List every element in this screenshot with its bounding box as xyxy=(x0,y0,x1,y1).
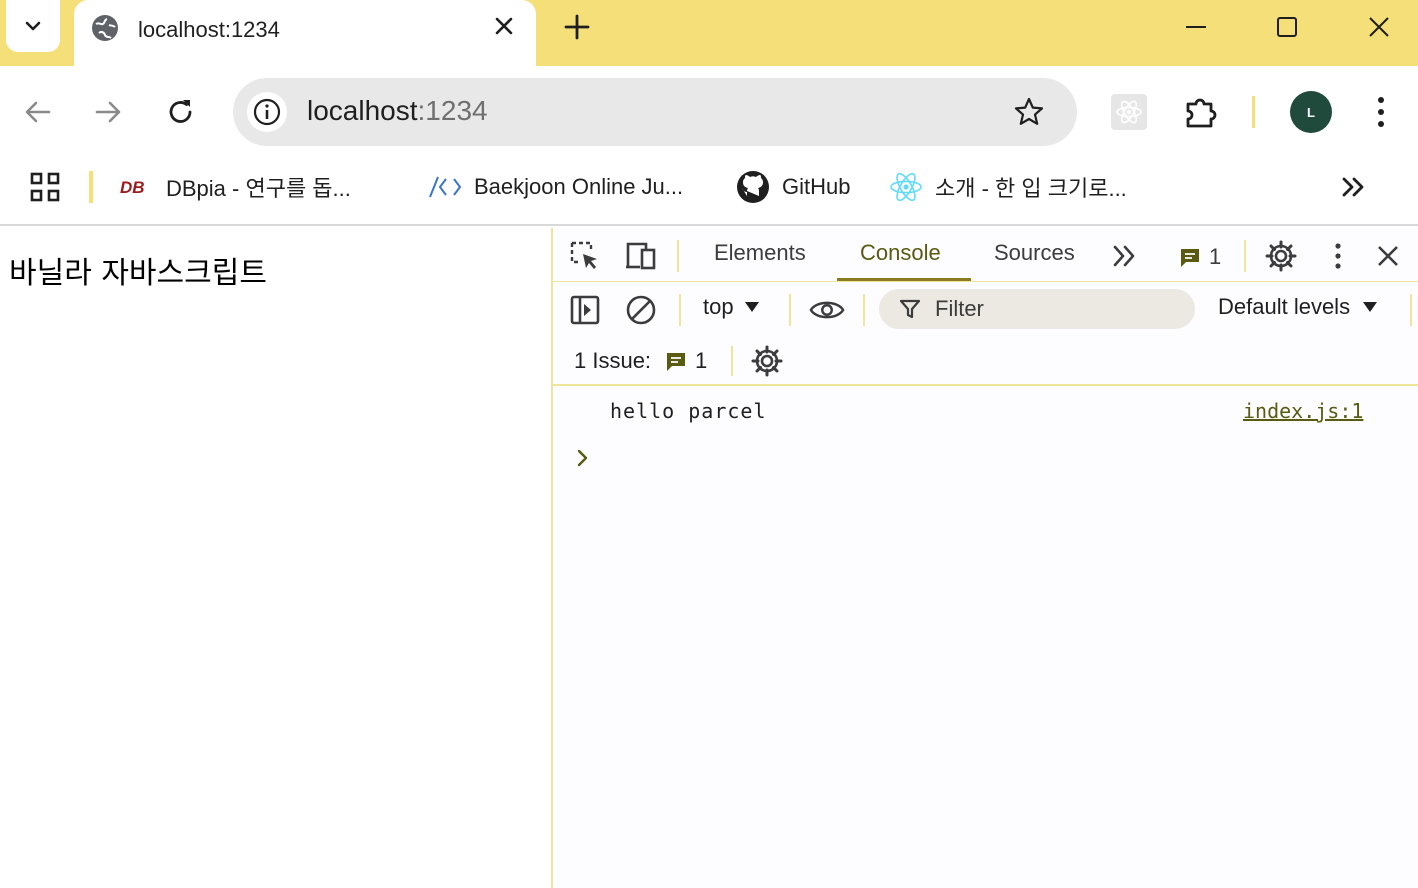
message-icon xyxy=(667,353,686,371)
devtools-panel: Elements Console Sources 1 top Filter De… xyxy=(551,228,1418,888)
profile-avatar[interactable]: L xyxy=(1290,91,1332,133)
active-tab-indicator xyxy=(837,278,971,281)
bookmark-star-icon[interactable] xyxy=(1013,96,1045,128)
page-heading: 바닐라 자바스크립트 xyxy=(9,256,267,291)
browser-toolbar: localhost:1234 L xyxy=(0,66,1418,158)
extensions-puzzle-icon[interactable] xyxy=(1184,94,1220,130)
sidebar-toggle-icon[interactable] xyxy=(567,292,603,328)
bookmark-dbpia[interactable]: DB DBpia - 연구를 돕... xyxy=(120,170,351,204)
console-toolbar: top Filter Default levels xyxy=(553,282,1418,336)
bookmark-label: 소개 - 한 입 크기로... xyxy=(935,176,1127,201)
address-host: localhost xyxy=(307,95,418,126)
toolbar-separator xyxy=(679,294,681,326)
console-message-text: hello parcel xyxy=(610,399,767,423)
log-levels-dropdown[interactable]: Default levels xyxy=(1218,294,1378,320)
toolbar-separator xyxy=(863,294,865,326)
address-port: :1234 xyxy=(417,95,488,126)
issues-label: 1 Issue: xyxy=(574,348,652,373)
address-bar[interactable]: localhost:1234 xyxy=(233,78,1077,146)
browser-tab[interactable]: localhost:1234 xyxy=(74,0,536,66)
minimize-icon[interactable] xyxy=(1181,12,1211,42)
tab-title: localhost:1234 xyxy=(138,17,280,42)
bookmark-label: Baekjoon Online Ju... xyxy=(474,174,684,199)
issues-link[interactable]: 1 Issue: 1 xyxy=(574,348,707,374)
maximize-icon[interactable] xyxy=(1272,12,1302,42)
dropdown-triangle-icon xyxy=(744,302,759,312)
devtools-tabbar: Elements Console Sources 1 xyxy=(553,228,1418,282)
tab-search-button[interactable] xyxy=(6,0,60,52)
console-prompt-chevron-icon[interactable] xyxy=(575,448,591,468)
tab-separator xyxy=(677,240,679,272)
console-message: hello parcel index.js:1 xyxy=(553,388,1418,440)
address-url[interactable]: localhost:1234 xyxy=(307,95,488,127)
issues-bar-count: 1 xyxy=(695,348,708,373)
issues-separator xyxy=(731,346,733,376)
settings-gear-icon[interactable] xyxy=(1263,238,1299,274)
close-tab-icon[interactable] xyxy=(492,14,516,38)
tab-sources[interactable]: Sources xyxy=(994,240,1075,266)
tab-elements[interactable]: Elements xyxy=(714,240,806,266)
forward-arrow-icon[interactable] xyxy=(88,92,128,132)
dbpia-icon: DB xyxy=(120,177,154,197)
inspect-element-icon[interactable] xyxy=(567,238,603,274)
console-source-link[interactable]: index.js:1 xyxy=(1243,399,1363,423)
bookmark-label: GitHub xyxy=(782,174,851,199)
bookmark-label: DBpia - 연구를 돕... xyxy=(166,176,351,201)
new-tab-icon[interactable] xyxy=(563,13,591,41)
tab-strip: localhost:1234 xyxy=(0,0,1418,66)
bookmarks-bar: DB DBpia - 연구를 돕... Baekjoon Online Ju..… xyxy=(0,158,1418,226)
console-settings-gear-icon[interactable] xyxy=(749,343,785,379)
issues-counter[interactable]: 1 xyxy=(1179,244,1221,270)
chevron-down-icon xyxy=(25,21,41,31)
more-tabs-icon[interactable] xyxy=(1107,238,1143,274)
console-filter-input[interactable]: Filter xyxy=(879,289,1195,329)
react-devtools-extension-icon[interactable] xyxy=(1111,94,1147,130)
live-expression-eye-icon[interactable] xyxy=(809,292,845,328)
context-selector[interactable]: top xyxy=(703,294,760,320)
tab-console[interactable]: Console xyxy=(860,240,941,266)
bookmark-baekjoon[interactable]: Baekjoon Online Ju... xyxy=(428,170,683,204)
site-info-icon[interactable] xyxy=(247,92,287,132)
issues-bar: 1 Issue: 1 xyxy=(553,336,1418,386)
close-devtools-icon[interactable] xyxy=(1370,238,1406,274)
device-toolbar-icon[interactable] xyxy=(623,238,659,274)
back-arrow-icon[interactable] xyxy=(18,92,58,132)
bookmarks-separator xyxy=(89,171,93,203)
double-chevron-right-icon[interactable] xyxy=(1338,173,1368,201)
devtools-menu-icon[interactable] xyxy=(1320,238,1356,274)
github-icon xyxy=(736,170,770,204)
bookmark-react-intro[interactable]: 소개 - 한 입 크기로... xyxy=(889,170,1127,204)
log-levels-value: Default levels xyxy=(1218,294,1351,319)
message-icon xyxy=(1181,249,1199,267)
filter-funnel-icon xyxy=(899,298,921,320)
code-brackets-icon xyxy=(428,175,462,199)
issues-count: 1 xyxy=(1209,244,1222,269)
browser-menu-icon[interactable] xyxy=(1366,94,1396,130)
clear-console-icon[interactable] xyxy=(623,292,659,328)
react-icon xyxy=(889,172,923,202)
dropdown-triangle-icon xyxy=(1363,302,1378,312)
context-value: top xyxy=(703,294,734,319)
filter-placeholder: Filter xyxy=(935,296,984,321)
tab-separator xyxy=(1244,240,1246,272)
globe-icon xyxy=(90,13,120,43)
apps-grid-icon[interactable] xyxy=(30,172,60,202)
reload-icon[interactable] xyxy=(161,92,201,132)
toolbar-separator xyxy=(1252,96,1255,128)
svg-text:DB: DB xyxy=(120,178,145,197)
toolbar-separator xyxy=(1410,294,1412,326)
bookmark-github[interactable]: GitHub xyxy=(736,170,850,204)
page-viewport: 바닐라 자바스크립트 xyxy=(0,228,551,888)
close-window-icon[interactable] xyxy=(1364,12,1394,42)
toolbar-separator xyxy=(789,294,791,326)
